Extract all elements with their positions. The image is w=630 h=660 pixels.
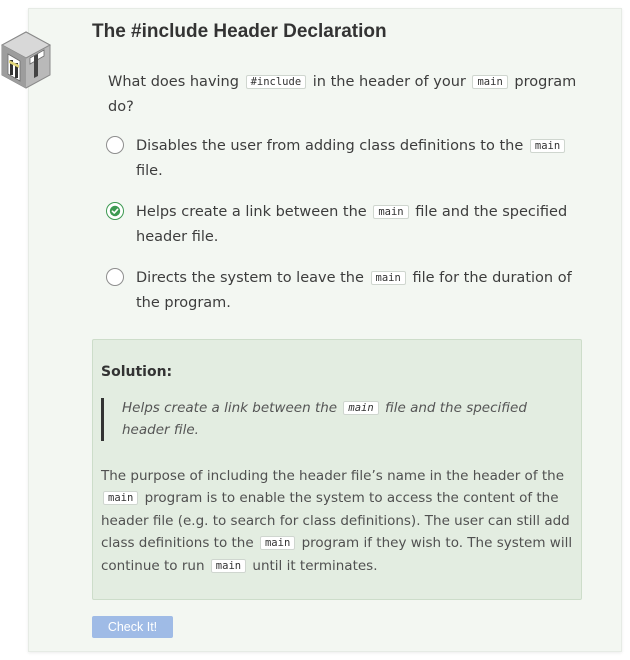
- solution-explanation: The purpose of including the header file…: [101, 465, 577, 578]
- option-3-code: main: [370, 271, 406, 285]
- option-3-text: Directs the system to leave the: [136, 270, 364, 286]
- page-title: The #include Header Declaration: [92, 21, 387, 42]
- solution-label: Solution:: [101, 364, 173, 380]
- code-include: #include: [245, 75, 307, 89]
- option-3[interactable]: Directs the system to leave the main fil…: [104, 266, 574, 315]
- radio-checked-icon[interactable]: [106, 202, 124, 220]
- explain-text-1: The purpose of including the header file…: [101, 468, 565, 484]
- explain-code-3: main: [210, 559, 247, 573]
- option-1-text-end: file.: [136, 163, 163, 179]
- radio-unchecked-icon[interactable]: [106, 136, 124, 154]
- answer-options: Disables the user from adding class defi…: [104, 134, 574, 332]
- check-it-button[interactable]: Check It!: [92, 616, 173, 638]
- explain-code-1: main: [103, 491, 139, 505]
- option-1-code: main: [529, 139, 566, 153]
- explain-text-4: until it terminates.: [252, 558, 378, 574]
- question-text: What does having #include in the header …: [108, 70, 578, 119]
- option-1[interactable]: Disables the user from adding class defi…: [104, 134, 574, 183]
- question-prefix: What does having: [108, 74, 239, 90]
- option-2-text: Helps create a link between the: [136, 204, 367, 220]
- option-2[interactable]: Helps create a link between the main fil…: [104, 200, 574, 249]
- question-middle: in the header of your: [312, 74, 466, 90]
- option-1-text: Disables the user from adding class defi…: [136, 138, 524, 154]
- quote-text: Helps create a link between the: [122, 400, 338, 416]
- solution-quote: Helps create a link between the main fil…: [101, 398, 574, 441]
- radio-unchecked-icon[interactable]: [106, 268, 124, 286]
- option-2-code: main: [373, 205, 409, 219]
- quote-code: main: [343, 401, 379, 415]
- explain-code-2: main: [259, 536, 296, 550]
- code-main: main: [472, 75, 508, 89]
- cube-icon: [0, 30, 52, 92]
- solution-panel: Solution: Helps create a link between th…: [92, 339, 582, 600]
